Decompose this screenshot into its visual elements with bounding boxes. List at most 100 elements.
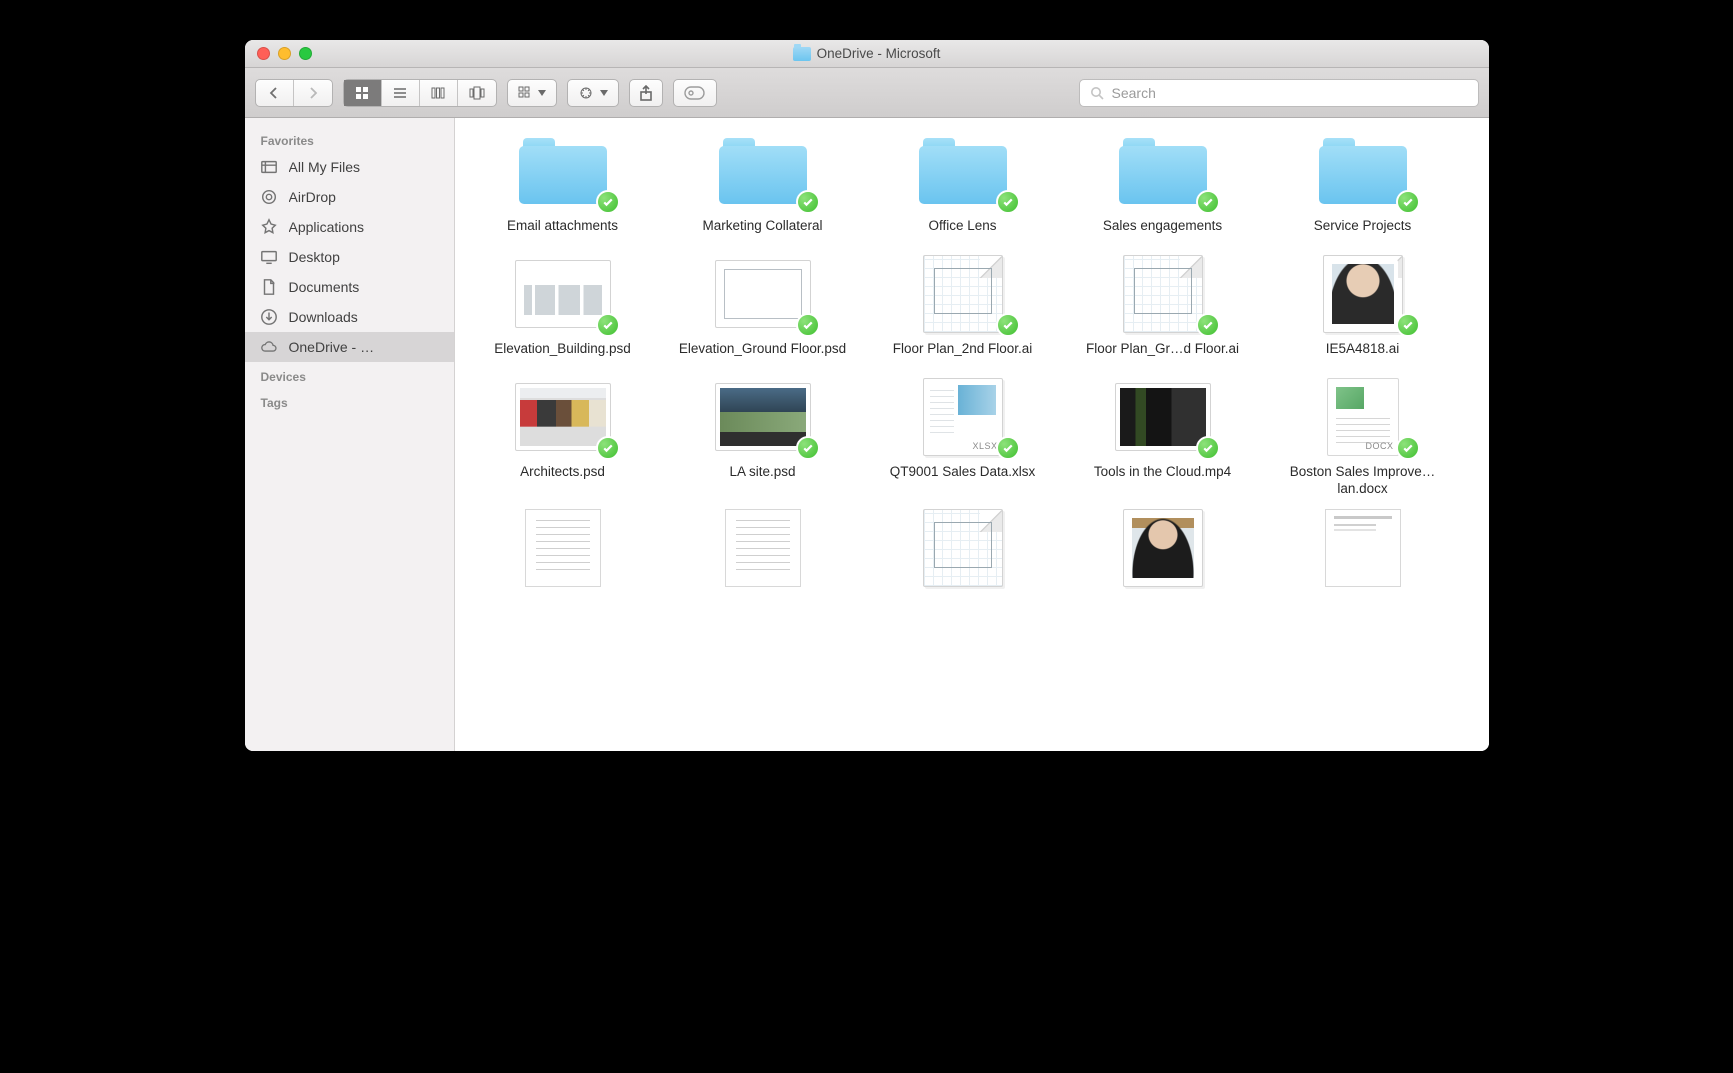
file-grid[interactable]: Email attachments Marketing Collateral Off… — [455, 118, 1489, 751]
folder-item[interactable]: Service Projects — [1263, 132, 1463, 235]
minimize-window-button[interactable] — [278, 47, 291, 60]
thumbnail — [1310, 132, 1416, 210]
sync-badge-icon — [1196, 436, 1220, 460]
sidebar-item-downloads[interactable]: Downloads — [245, 302, 454, 332]
window-title-text: OneDrive - Microsoft — [817, 46, 941, 61]
image-thumbnail — [1115, 383, 1211, 451]
thumbnail — [510, 378, 616, 456]
folder-icon — [919, 138, 1007, 204]
folder-icon — [719, 138, 807, 204]
folder-item[interactable]: Email attachments — [463, 132, 663, 235]
sync-badge-icon — [796, 436, 820, 460]
close-window-button[interactable] — [257, 47, 270, 60]
nav-buttons — [255, 79, 333, 107]
desktop-icon — [259, 248, 279, 266]
sync-badge-icon — [596, 436, 620, 460]
view-mode-segment — [343, 79, 497, 107]
icon-view-button[interactable] — [344, 80, 382, 106]
thumbnail: DOCX — [1310, 378, 1416, 456]
folder-item[interactable]: Sales engagements — [1063, 132, 1263, 235]
sidebar-item-airdrop[interactable]: AirDrop — [245, 182, 454, 212]
sidebar-item-label: AirDrop — [289, 189, 336, 205]
sidebar-item-desktop[interactable]: Desktop — [245, 242, 454, 272]
sidebar-item-all-my-files[interactable]: All My Files — [245, 152, 454, 182]
thumbnail — [910, 518, 1016, 578]
zoom-window-button[interactable] — [299, 47, 312, 60]
sync-badge-icon — [996, 190, 1020, 214]
file-item[interactable] — [863, 518, 1063, 586]
search-placeholder: Search — [1112, 85, 1156, 101]
file-item[interactable]: Elevation_Ground Floor.psd — [663, 255, 863, 358]
folder-item[interactable]: Office Lens — [863, 132, 1063, 235]
item-name: Service Projects — [1314, 218, 1412, 235]
item-name: Sales engagements — [1103, 218, 1222, 235]
file-item[interactable]: Architects.psd — [463, 378, 663, 498]
sync-badge-icon — [596, 313, 620, 337]
file-item[interactable]: Floor Plan_2nd Floor.ai — [863, 255, 1063, 358]
back-button[interactable] — [256, 80, 294, 106]
item-name: IE5A4818.ai — [1326, 341, 1400, 358]
item-name: LA site.psd — [729, 464, 795, 481]
document-thumbnail — [1123, 509, 1203, 587]
sidebar-item-applications[interactable]: Applications — [245, 212, 454, 242]
action-menu[interactable] — [567, 79, 619, 107]
file-item[interactable] — [463, 518, 663, 586]
document-thumbnail — [923, 255, 1003, 333]
sidebar: Favorites All My Files AirDrop Applicati… — [245, 118, 455, 751]
file-item[interactable] — [663, 518, 863, 586]
image-thumbnail — [515, 383, 611, 451]
sync-badge-icon — [996, 436, 1020, 460]
file-item[interactable] — [1263, 518, 1463, 586]
folder-item[interactable]: Marketing Collateral — [663, 132, 863, 235]
item-name: Marketing Collateral — [702, 218, 822, 235]
sidebar-header-devices: Devices — [245, 362, 454, 388]
column-view-button[interactable] — [420, 80, 458, 106]
gallery-view-button[interactable] — [458, 80, 496, 106]
sync-badge-icon — [1196, 313, 1220, 337]
thumbnail — [510, 132, 616, 210]
toolbar: Search — [245, 68, 1489, 118]
sync-badge-icon — [1396, 436, 1420, 460]
thumbnail — [1310, 255, 1416, 333]
forward-button[interactable] — [294, 80, 332, 106]
file-item[interactable]: Tools in the Cloud.mp4 — [1063, 378, 1263, 498]
file-item[interactable]: Floor Plan_Gr…d Floor.ai — [1063, 255, 1263, 358]
list-view-button[interactable] — [382, 80, 420, 106]
search-field[interactable]: Search — [1079, 79, 1479, 107]
arrange-menu[interactable] — [507, 79, 557, 107]
sidebar-header-favorites: Favorites — [245, 126, 454, 152]
thumbnail — [510, 518, 616, 578]
item-name: Tools in the Cloud.mp4 — [1094, 464, 1231, 481]
document-thumbnail — [1123, 255, 1203, 333]
thumbnail — [710, 255, 816, 333]
window-title: OneDrive - Microsoft — [245, 46, 1489, 61]
file-item[interactable]: LA site.psd — [663, 378, 863, 498]
document-thumbnail — [725, 509, 801, 587]
all-my-files-icon — [259, 158, 279, 176]
file-item[interactable]: DOCXBoston Sales Improve…lan.docx — [1263, 378, 1463, 498]
thumbnail — [710, 518, 816, 578]
file-item[interactable]: Elevation_Building.psd — [463, 255, 663, 358]
share-button[interactable] — [629, 79, 663, 107]
file-item[interactable] — [1063, 518, 1263, 586]
sync-badge-icon — [1396, 190, 1420, 214]
folder-icon — [1119, 138, 1207, 204]
chevron-down-icon — [600, 90, 608, 96]
chevron-down-icon — [538, 90, 546, 96]
sidebar-header-tags: Tags — [245, 388, 454, 414]
sidebar-item-label: Applications — [289, 219, 365, 235]
search-icon — [1090, 86, 1104, 100]
sidebar-item-documents[interactable]: Documents — [245, 272, 454, 302]
document-thumbnail — [1325, 509, 1401, 587]
applications-icon — [259, 218, 279, 236]
thumbnail — [510, 255, 616, 333]
item-name: Floor Plan_Gr…d Floor.ai — [1086, 341, 1239, 358]
sidebar-item-onedrive[interactable]: OneDrive - … — [245, 332, 454, 362]
onedrive-folder-icon — [793, 47, 811, 61]
downloads-icon — [259, 308, 279, 326]
file-item[interactable]: XLSXQT9001 Sales Data.xlsx — [863, 378, 1063, 498]
window-controls — [245, 47, 312, 60]
file-item[interactable]: IE5A4818.ai — [1263, 255, 1463, 358]
tags-button[interactable] — [673, 79, 717, 107]
image-thumbnail — [715, 383, 811, 451]
